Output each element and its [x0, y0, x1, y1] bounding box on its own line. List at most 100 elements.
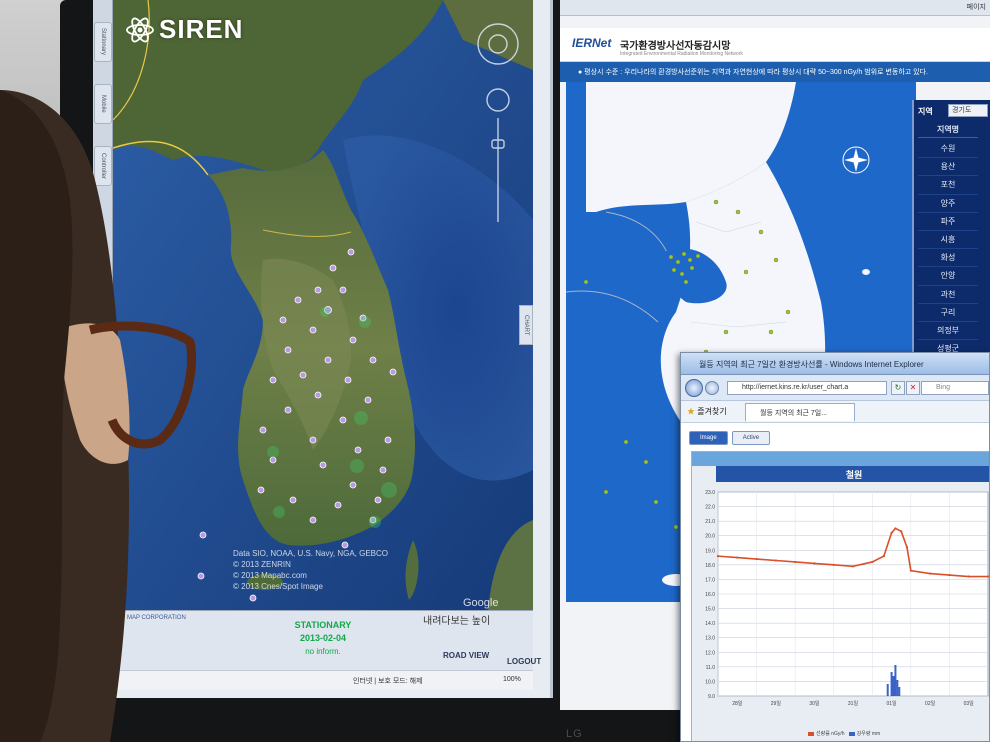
- browser-status-bar: 인터넷 | 보호 모드: 해제 100%: [113, 670, 533, 690]
- iernet-header: IERNet 국가환경방사선자동감시망 Integrated Environme…: [560, 28, 990, 62]
- road-view-button[interactable]: ROAD VIEW: [443, 651, 489, 660]
- chart-title: 철원: [845, 470, 863, 480]
- zoom-level[interactable]: 100%: [503, 676, 521, 683]
- x-tick-label: 03일: [964, 700, 975, 707]
- region-item[interactable]: 화성: [918, 249, 978, 268]
- compass-rose: [842, 146, 870, 174]
- region-item[interactable]: 과천: [918, 286, 978, 304]
- back-button[interactable]: [685, 379, 703, 397]
- x-tick-label: 30일: [809, 700, 820, 707]
- region-item[interactable]: 용산: [918, 158, 978, 177]
- satellite-map[interactable]: Google SIREN CHART Data SIO, NOAA, U.S. …: [113, 0, 533, 610]
- status-date: 2013-02-04: [299, 633, 347, 643]
- page-menu[interactable]: 페이지: [967, 2, 986, 12]
- chart-view-tabs: Image Active: [689, 431, 771, 445]
- rainfall-bar: [896, 680, 899, 696]
- side-tab-bar: Stationary Mobile Controller: [93, 0, 113, 610]
- dose-rate-point: [986, 575, 989, 578]
- region-item[interactable]: 포천: [918, 176, 978, 195]
- side-tab-stationary[interactable]: Stationary: [94, 22, 112, 62]
- region-item[interactable]: 양주: [918, 195, 978, 213]
- search-box[interactable]: Bing: [921, 381, 989, 395]
- y-tick-label: 11.0: [706, 665, 716, 671]
- region-item[interactable]: 시흥: [918, 231, 978, 250]
- side-tab-mobile[interactable]: Mobile: [94, 84, 112, 124]
- ie-favorites-row: ★ 즐겨찾기 월등 지역의 최근 7일...: [681, 401, 989, 423]
- region-item[interactable]: 수원: [918, 140, 978, 159]
- dose-rate-point: [851, 565, 855, 568]
- status-info: no inform.: [305, 647, 341, 656]
- dose-rate-point: [948, 573, 951, 577]
- legend-swatch-rain: [848, 731, 855, 736]
- tab-active[interactable]: Active: [731, 431, 771, 445]
- address-bar[interactable]: http://iernet.kins.re.kr/user_chart.a: [727, 381, 887, 395]
- map-corporation-label: MAP CORPORATION: [127, 615, 186, 621]
- legend-dose: 선량률 nGy/h: [816, 731, 845, 737]
- rainfall-bar: [892, 676, 895, 696]
- dose-rate-point: [967, 575, 970, 578]
- favorites-label: 즐겨찾기: [697, 407, 727, 416]
- ie-tab[interactable]: 월등 지역의 최근 7일...: [745, 403, 855, 421]
- legend-swatch-dose: [808, 731, 814, 736]
- legend-rain: 강우량 mm: [856, 731, 881, 737]
- dose-rate-point: [900, 530, 903, 533]
- x-tick-label: 31일: [848, 700, 859, 707]
- right-monitor-brand: LG: [566, 728, 583, 740]
- dose-rate-point: [894, 527, 897, 530]
- security-zone: 인터넷 | 보호 모드: 해제: [353, 678, 423, 685]
- chart-legend: 선량률 nGy/h 강우량 mm: [808, 730, 880, 737]
- ie-page-content: Image Active 철원 23.0 22.0 21.0 20.0 19.0 18.0…: [681, 423, 989, 741]
- map-credit-line: © 2013 ZENRIN: [233, 560, 291, 569]
- radiation-line-chart: 23.0 22.0 21.0 20.0 19.0 18.0 17.0 16.0 15.0 14.0…: [705, 490, 989, 707]
- ie-chart-window: 월등 지역의 최근 7일간 환경방사선률 - Windows Internet …: [680, 352, 990, 742]
- rainfall-bar: [898, 687, 901, 696]
- logout-button[interactable]: LOGOUT: [507, 657, 541, 666]
- region-item[interactable]: 의정부: [918, 322, 978, 341]
- ie-address-row: http://iernet.kins.re.kr/user_chart.a ↻ …: [681, 375, 989, 401]
- dose-rate-point: [716, 555, 720, 558]
- star-icon: ★: [687, 407, 695, 416]
- y-tick-label: 10.0: [705, 679, 715, 685]
- svg-text:Google: Google: [463, 597, 498, 609]
- region-item[interactable]: 안양: [918, 267, 978, 286]
- browser-toolbar: 페이지: [560, 0, 990, 16]
- region-heading: 지역: [918, 107, 933, 116]
- status-mode: STATIONARY: [294, 620, 352, 630]
- dose-rate-point: [871, 560, 874, 564]
- y-tick-label: 17.0: [705, 577, 715, 583]
- x-tick-label: 28일: [732, 700, 743, 707]
- forward-button[interactable]: [705, 381, 719, 395]
- rainfall-bar: [886, 684, 889, 696]
- map-credit-line: © 2013 Cnes/Spot Image: [233, 582, 323, 591]
- y-tick-label: 15.0: [705, 607, 715, 613]
- ie-title-bar[interactable]: 월등 지역의 최근 7일간 환경방사선률 - Windows Internet …: [681, 353, 989, 375]
- dose-rate-point: [755, 557, 758, 561]
- y-tick-label: 20.0: [705, 534, 715, 540]
- region-item[interactable]: 파주: [918, 213, 978, 231]
- region-select[interactable]: 경기도: [948, 104, 988, 117]
- favorites-button[interactable]: ★ 즐겨찾기: [687, 406, 727, 417]
- siren-logo: SIREN: [125, 14, 243, 45]
- y-tick-label: 23.0: [705, 490, 715, 496]
- rainfall-bar: [894, 665, 897, 696]
- x-tick-label: 02일: [925, 700, 936, 707]
- side-tab-controller[interactable]: Controller: [94, 146, 112, 186]
- region-item[interactable]: 구리: [918, 304, 978, 322]
- iernet-logo: IERNet: [572, 36, 612, 50]
- stop-icon[interactable]: ✕: [906, 381, 920, 395]
- refresh-icon[interactable]: ↻: [891, 381, 905, 395]
- y-tick-label: 22.0: [705, 505, 715, 511]
- dose-rate-point: [736, 556, 739, 559]
- tab-image[interactable]: Image: [689, 431, 728, 445]
- dose-rate-point: [813, 562, 816, 565]
- dose-rate-point: [905, 546, 909, 549]
- notice-text: ● 평상시 수준 : 우리나라의 환경방사선준위는 지역과 자연현상에 따라 평…: [578, 69, 928, 76]
- atom-icon: [126, 17, 154, 42]
- dose-rate-point: [909, 569, 912, 572]
- y-tick-label: 19.0: [705, 548, 715, 554]
- chart-frame: 철원 23.0 22.0 21.0 20.0 19.0 18.0 17.0 16.0 15.0 1…: [691, 451, 989, 741]
- x-tick-label: 29일: [771, 700, 782, 707]
- chart-tab[interactable]: CHART: [519, 305, 533, 345]
- iernet-title: 국가환경방사선자동감시망: [620, 41, 731, 52]
- dose-rate-point: [890, 531, 893, 534]
